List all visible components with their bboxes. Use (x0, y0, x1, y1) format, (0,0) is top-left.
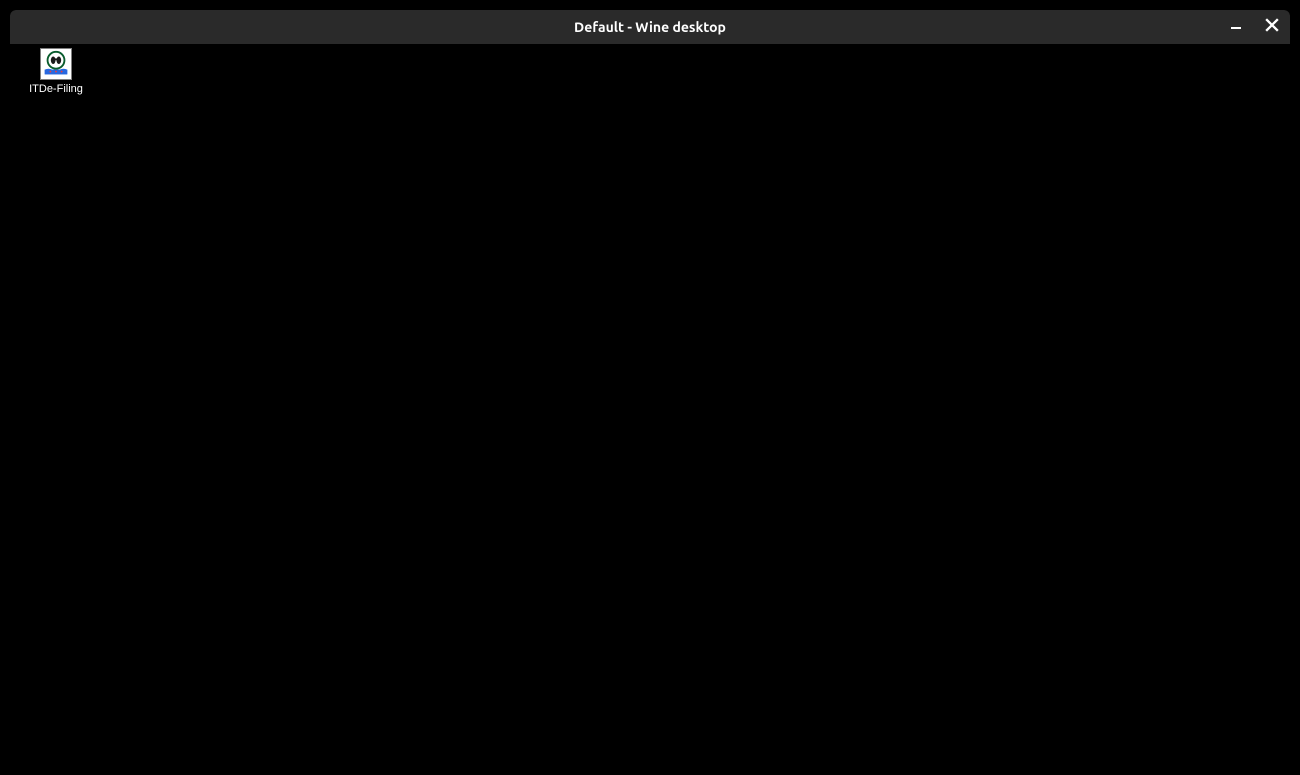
wine-desktop-window: Default - Wine desktop (10, 10, 1290, 775)
itde-filing-app-icon (40, 48, 72, 80)
titlebar-controls (1226, 10, 1282, 44)
minimize-button[interactable] (1226, 17, 1246, 37)
close-button[interactable] (1262, 17, 1282, 37)
desktop-area[interactable]: ITDe-Filing (10, 44, 1290, 775)
desktop-icon-itde-filing[interactable]: ITDe-Filing (18, 48, 94, 95)
minimize-icon (1231, 18, 1241, 36)
titlebar[interactable]: Default - Wine desktop (10, 10, 1290, 44)
close-icon (1265, 18, 1279, 36)
desktop-icon-label: ITDe-Filing (29, 83, 83, 95)
window-title: Default - Wine desktop (574, 19, 726, 35)
